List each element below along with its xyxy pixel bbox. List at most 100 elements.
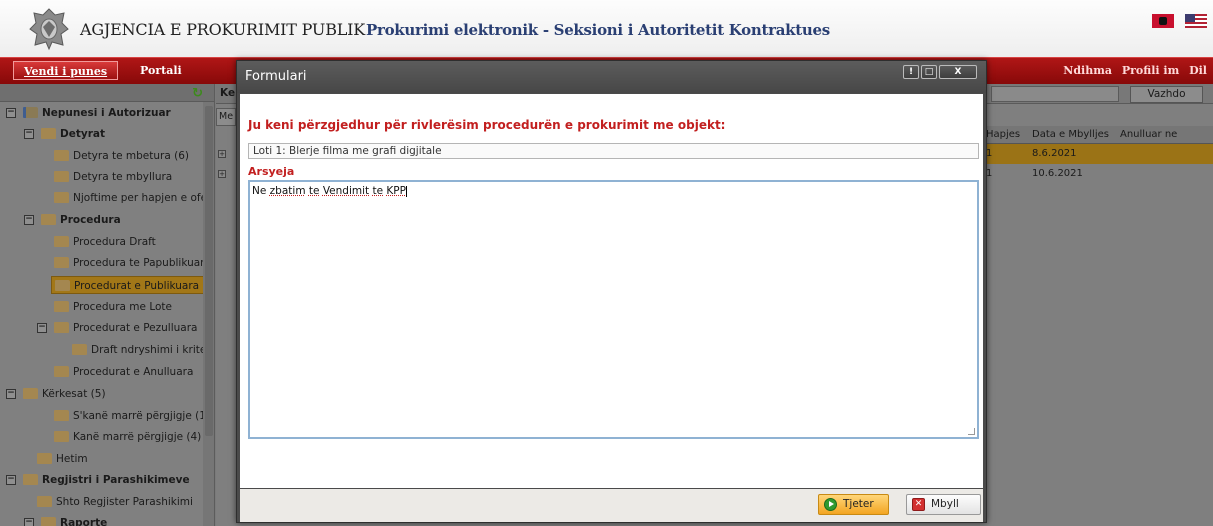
- column-header-anulluar[interactable]: Anulluar ne: [1120, 129, 1177, 140]
- tree-item-procedurat-e-pezulluara[interactable]: − Procedurat e Pezulluara: [37, 319, 197, 337]
- next-button-label: Tjeter: [843, 498, 874, 510]
- page-subtitle: Prokurimi elektronik - Seksioni i Autori…: [366, 21, 830, 39]
- tree-item-raporte[interactable]: − Raporte: [24, 514, 107, 526]
- tree-item-skane-marre[interactable]: S'kanë marrë përgjigje (1): [54, 407, 210, 425]
- help-icon[interactable]: !: [903, 65, 919, 79]
- folder-icon: [41, 127, 56, 139]
- tree-item-detyra-te-mbetura[interactable]: Detyra te mbetura (6): [54, 147, 189, 165]
- tree-item-kerkesat[interactable]: − Kërkesat (5): [6, 385, 106, 403]
- tree-item-kane-marre[interactable]: Kanë marrë përgjigje (4): [54, 428, 201, 446]
- tree-item-hetim[interactable]: Hetim: [37, 450, 88, 468]
- nav-portali[interactable]: Portali: [130, 61, 192, 80]
- tree-item-nepunesi[interactable]: − Nepunesi i Autorizuar: [6, 104, 171, 122]
- collapse-icon[interactable]: −: [24, 129, 34, 139]
- tree-item-label: Njoftime per hapjen e oferta: [73, 192, 215, 204]
- sidebar-toolbar: ↻: [0, 84, 214, 102]
- folder-icon: [23, 473, 38, 485]
- table-row[interactable]: 1 10.6.2021: [976, 164, 1213, 184]
- tree-item-procedura-te-papublikuara[interactable]: Procedura te Papublikuara: [54, 254, 211, 272]
- nav-ndihma[interactable]: Ndihma: [1063, 64, 1112, 77]
- collapse-icon[interactable]: −: [24, 518, 34, 526]
- folder-icon: [54, 365, 69, 377]
- reason-word: te: [308, 185, 320, 197]
- dialog-footer: Tjeter ✕ Mbyll: [240, 489, 983, 522]
- sidebar-scrollbar[interactable]: [203, 102, 214, 526]
- agency-emblem-icon: [29, 8, 69, 51]
- tree-item-label: Kanë marrë përgjigje (4): [73, 431, 202, 443]
- expand-row-icon[interactable]: +: [218, 150, 226, 158]
- folder-icon: [55, 279, 70, 291]
- text-cursor: [405, 185, 407, 197]
- albanian-flag-icon[interactable]: [1152, 14, 1174, 28]
- reason-word: KPP: [386, 185, 406, 197]
- next-button[interactable]: Tjeter: [818, 494, 889, 515]
- nav-dil[interactable]: Dil: [1189, 64, 1207, 77]
- expand-row-icon[interactable]: +: [218, 170, 226, 178]
- folder-icon: [54, 235, 69, 247]
- close-icon: ✕: [912, 498, 925, 511]
- tree-item-regjistri[interactable]: − Regjistri i Parashikimeve: [6, 471, 190, 489]
- tree-item-label: S'kanë marrë përgjigje (1): [73, 410, 211, 422]
- folder-icon: [37, 495, 52, 507]
- reason-textarea[interactable]: Ne zbatim te Vendimit te KPP: [248, 180, 979, 439]
- collapse-icon[interactable]: −: [6, 108, 16, 118]
- tree-item-label: Kërkesat (5): [42, 388, 106, 400]
- dialog-intro-text: Ju keni përzgjedhur për rivlerësim proce…: [248, 118, 726, 132]
- column-header-hapjes[interactable]: Hapjes: [986, 129, 1020, 140]
- page-header: AGJENCIA E PROKURIMIT PUBLIK Prokurimi e…: [0, 0, 1213, 57]
- english-flag-icon[interactable]: [1185, 14, 1207, 28]
- folder-user-icon: [23, 106, 38, 118]
- reason-label: Arsyeja: [248, 165, 295, 178]
- tree-item-label: Shto Regjister Parashikimi: [56, 496, 193, 508]
- vazhdo-button[interactable]: Vazhdo: [1130, 86, 1203, 103]
- folder-icon: [54, 430, 69, 442]
- reason-word: Ne: [252, 185, 267, 197]
- dialog-titlebar[interactable]: Formulari ! □ X: [237, 61, 986, 93]
- reason-word: zbatim: [269, 185, 306, 197]
- tree-item-procedura[interactable]: − Procedura: [24, 211, 121, 229]
- tree-item-procedura-draft[interactable]: Procedura Draft: [54, 233, 156, 251]
- nav-vendi-i-punes[interactable]: Vendi i punes: [13, 61, 119, 80]
- tab-me[interactable]: Me: [216, 108, 236, 126]
- tree-item-label: Nepunesi i Autorizuar: [42, 107, 171, 119]
- collapse-icon[interactable]: −: [24, 215, 34, 225]
- sidebar: ↻ − Nepunesi i Autorizuar − Detyrat Detyra…: [0, 84, 215, 526]
- close-button-label: Mbyll: [931, 498, 959, 510]
- tree-item-draft-ndryshimi[interactable]: Draft ndryshimi i kritere: [72, 341, 214, 359]
- collapse-icon[interactable]: −: [37, 323, 47, 333]
- collapse-icon[interactable]: −: [6, 389, 16, 399]
- folder-icon: [54, 170, 69, 182]
- table-row[interactable]: 1 8.6.2021: [976, 144, 1213, 164]
- search-input[interactable]: [991, 86, 1119, 102]
- cell-data-mbylljes: 8.6.2021: [1032, 148, 1077, 159]
- tree-item-procedura-me-lote[interactable]: Procedura me Lote: [54, 298, 172, 316]
- formulari-dialog: Formulari ! □ X Ju keni përzgjedhur për …: [236, 60, 987, 523]
- sidebar-scroll-thumb[interactable]: [205, 106, 213, 436]
- tree-item-detyra-te-mbyllura[interactable]: Detyra te mbyllura: [54, 168, 172, 186]
- folder-icon: [54, 256, 69, 268]
- folder-icon: [41, 516, 56, 526]
- collapse-icon[interactable]: −: [6, 475, 16, 485]
- reason-word: Vendimit: [322, 185, 370, 197]
- maximize-icon[interactable]: □: [921, 65, 937, 79]
- tree-item-njoftime[interactable]: Njoftime per hapjen e oferta: [54, 189, 215, 207]
- folder-icon: [72, 343, 87, 355]
- tree-item-procedurat-e-publikuara[interactable]: Procedurat e Publikuara: [51, 276, 207, 294]
- folder-icon: [23, 387, 38, 399]
- folder-icon: [54, 321, 69, 333]
- folder-icon: [54, 149, 69, 161]
- close-button[interactable]: ✕ Mbyll: [906, 494, 981, 515]
- tree-item-label: Detyrat: [60, 128, 105, 140]
- resize-grip-icon[interactable]: [968, 428, 975, 435]
- column-header-data-mbylljes[interactable]: Data e Mbylljes: [1032, 129, 1109, 140]
- close-window-icon[interactable]: X: [939, 65, 977, 79]
- nav-profili-im[interactable]: Profili im: [1122, 64, 1179, 77]
- folder-icon: [54, 300, 69, 312]
- tree-item-label: Procedurat e Pezulluara: [73, 322, 198, 334]
- refresh-icon[interactable]: ↻: [192, 86, 203, 101]
- tree-item-label: Detyra te mbyllura: [73, 171, 173, 183]
- tree-item-detyrat[interactable]: − Detyrat: [24, 125, 105, 143]
- tree-item-label: Procedura me Lote: [73, 301, 172, 313]
- tree-item-shto-regjister[interactable]: Shto Regjister Parashikimi: [37, 493, 193, 511]
- tree-item-procedurat-e-anulluara[interactable]: Procedurat e Anulluara: [54, 363, 193, 381]
